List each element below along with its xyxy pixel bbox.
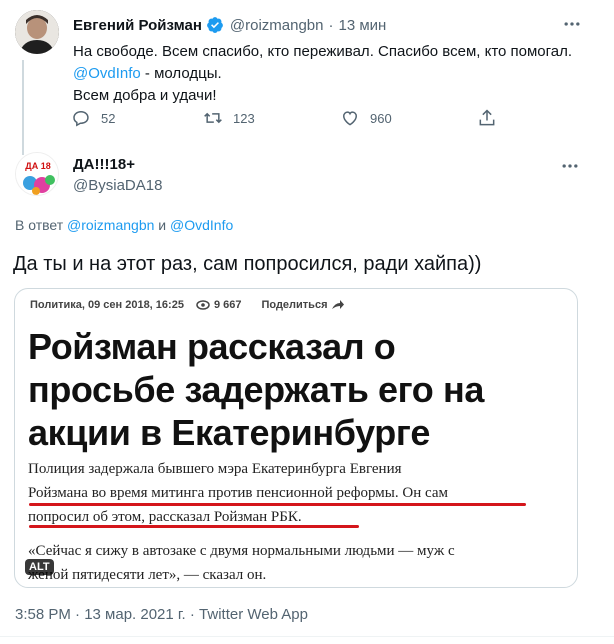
avatar-bysia[interactable]: ДА 18 [15, 152, 59, 196]
avatar-logo-icon: ДА 18 [16, 153, 58, 195]
article-share: Поделиться [261, 299, 328, 311]
body-line2: Ройзмана во время митинга против пенсион… [28, 485, 448, 501]
parent-display-name[interactable]: Евгений Ройзман [73, 17, 202, 34]
avatar-roizman[interactable] [15, 10, 59, 54]
share-button[interactable] [477, 108, 497, 128]
replying-to-and: и [158, 217, 167, 233]
attached-image[interactable]: Политика, 09 сен 2018, 16:25 9 667 Подел… [14, 288, 578, 588]
alt-badge[interactable]: ALT [25, 559, 54, 575]
headline-line2: просьбе задержать его на [28, 369, 484, 410]
replying-to-ovdinfo[interactable]: @OvdInfo [170, 217, 233, 233]
article-views: 9 667 [213, 299, 242, 311]
headline-line3: акции в Екатеринбурге [28, 412, 431, 453]
verified-badge-icon [206, 16, 224, 34]
article-headline: Ройзман рассказал о просьбе задержать ег… [28, 325, 484, 454]
headline-line1: Ройзман рассказал о [28, 326, 396, 367]
article-category-date: Политика, 09 сен 2018, 16:25 [30, 299, 184, 311]
reply-tweet-text: Да ты и на этот раз, сам попросился, рад… [13, 253, 482, 275]
body-line1: Полиция задержала бывшего мэра Екатеринб… [28, 461, 402, 477]
retweet-icon [204, 112, 222, 124]
mention-ovdinfo[interactable]: @OvdInfo [73, 65, 141, 82]
parent-text-line2: - молодцы. [140, 65, 222, 82]
share-arrow-icon [331, 300, 344, 310]
reply-display-name[interactable]: ДА!!!18+ [73, 156, 135, 173]
parent-timestamp[interactable]: 13 мин [339, 17, 387, 34]
parent-handle[interactable]: @roizmangbn [230, 17, 324, 34]
red-underline-1 [29, 503, 526, 506]
parent-text-line3: Всем добра и удачи! [73, 87, 217, 104]
like-count: 960 [370, 110, 392, 126]
thread-connector-line [22, 60, 24, 155]
reply-more-icon[interactable] [560, 156, 580, 181]
body-line4: «Сейчас я сижу в автозаке с двумя нормал… [28, 543, 455, 559]
like-button[interactable]: 960 [340, 108, 392, 128]
retweet-button[interactable]: 123 [203, 108, 255, 128]
reply-handle[interactable]: @BysiaDA18 [73, 177, 162, 194]
dot-separator: · [328, 16, 334, 34]
parent-more-icon[interactable] [562, 14, 582, 39]
parent-text-line1: На свободе. Всем спасибо, кто переживал.… [73, 43, 573, 60]
reply-icon [73, 110, 89, 127]
heart-icon [342, 111, 358, 126]
svg-text:ДА 18: ДА 18 [25, 161, 50, 171]
article-body: Полиция задержала бывшего мэра Екатеринб… [28, 457, 455, 587]
reply-button[interactable]: 52 [71, 108, 115, 128]
replying-to-roizman[interactable]: @roizmangbn [67, 217, 154, 233]
share-icon [479, 109, 495, 126]
body-line5: женой пятидесяти лет», — сказал он. [28, 567, 267, 583]
avatar-photo-icon [15, 10, 59, 54]
bottom-divider [0, 636, 614, 637]
tweet-footer-metadata[interactable]: 3:58 PM · 13 мар. 2021 г. · Twitter Web … [15, 606, 308, 623]
article-meta: Политика, 09 сен 2018, 16:25 9 667 Подел… [30, 299, 344, 311]
retweet-count: 123 [233, 110, 255, 126]
replying-to: В ответ @roizmangbn и @OvdInfo [15, 217, 233, 233]
reply-count: 52 [101, 110, 116, 126]
replying-to-prefix: В ответ [15, 217, 64, 233]
parent-tweet-text: На свободе. Всем спасибо, кто переживал.… [73, 41, 572, 107]
views-icon [196, 300, 210, 310]
red-underline-2 [29, 525, 359, 528]
